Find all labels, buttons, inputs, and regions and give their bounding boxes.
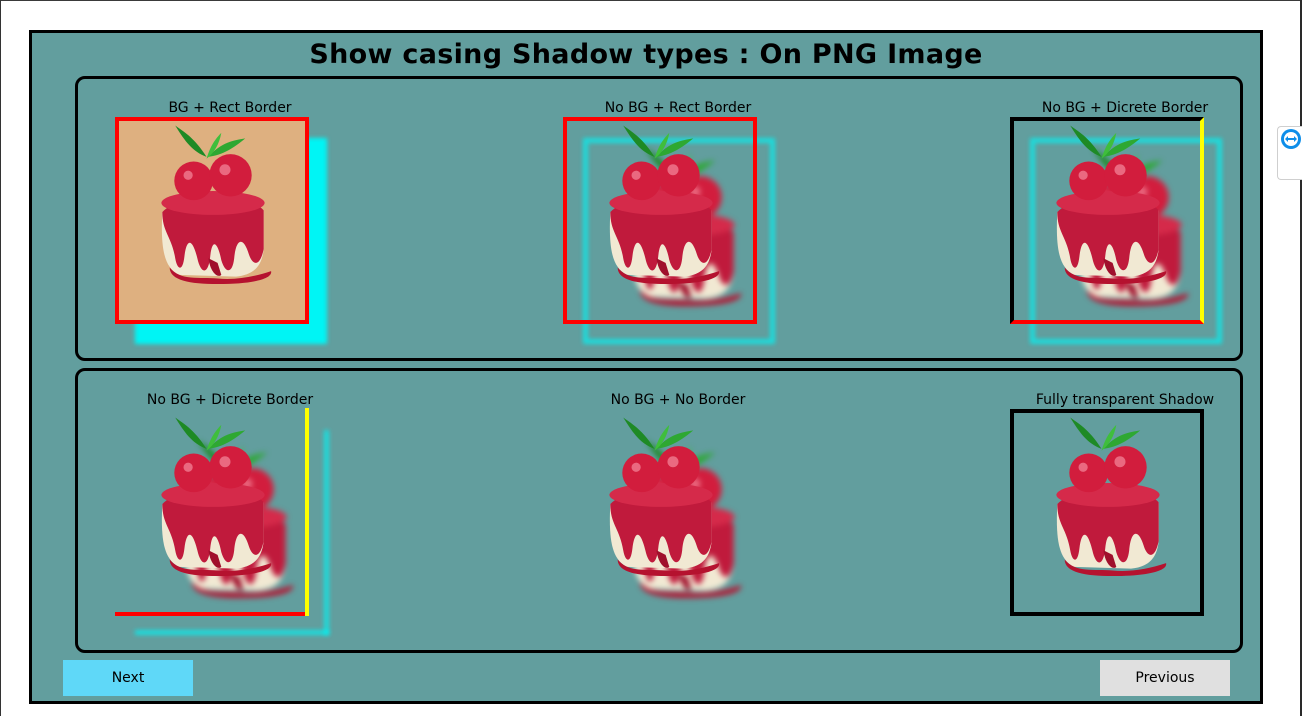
- previous-button[interactable]: Previous: [1100, 660, 1230, 696]
- demo-label: BG + Rect Border: [168, 100, 292, 116]
- shadow-demo-nobg-discrete-lines: No BG + Dicrete Border: [110, 392, 350, 642]
- next-button[interactable]: Next: [63, 660, 193, 696]
- row-2-panel: No BG + Dicrete Border No BG + No Border…: [75, 368, 1243, 653]
- cake-icon: [1020, 412, 1196, 600]
- demo-label: Fully transparent Shadow: [1035, 392, 1215, 408]
- demo-label: No BG + Rect Border: [604, 100, 752, 116]
- right-border-line: [305, 408, 309, 616]
- window-top-edge: [1, 0, 1302, 1]
- cake-icon: [125, 120, 301, 308]
- demo-label: No BG + Dicrete Border: [146, 392, 314, 408]
- shadow-demo-transparent-shadow: Fully transparent Shadow: [1005, 392, 1245, 642]
- showcase-frame: Show casing Shadow types : On PNG Image …: [29, 30, 1263, 704]
- shadow-demo-nobg-discrete-border: No BG + Dicrete Border: [1005, 100, 1245, 350]
- page-title: Show casing Shadow types : On PNG Image: [309, 39, 983, 70]
- teamviewer-icon[interactable]: [1281, 129, 1301, 149]
- bottom-border-line: [115, 612, 309, 616]
- shadow-demo-nobg-rect-border: No BG + Rect Border: [558, 100, 798, 350]
- demo-label: No BG + Dicrete Border: [1041, 100, 1209, 116]
- cake-icon: [573, 412, 749, 600]
- cake-icon: [573, 120, 749, 308]
- right-line-shadow: [324, 430, 329, 635]
- cake-icon: [125, 412, 301, 600]
- demo-label: No BG + No Border: [610, 392, 746, 408]
- shadow-demo-nobg-noborder: No BG + No Border: [558, 392, 798, 642]
- remote-support-widget[interactable]: [1277, 126, 1302, 180]
- row-1-panel: BG + Rect Border No BG + Rect Border No …: [75, 76, 1243, 361]
- cake-icon: [1020, 120, 1196, 308]
- shadow-demo-bg-rect-border: BG + Rect Border: [110, 100, 350, 350]
- bottom-line-shadow: [135, 630, 329, 635]
